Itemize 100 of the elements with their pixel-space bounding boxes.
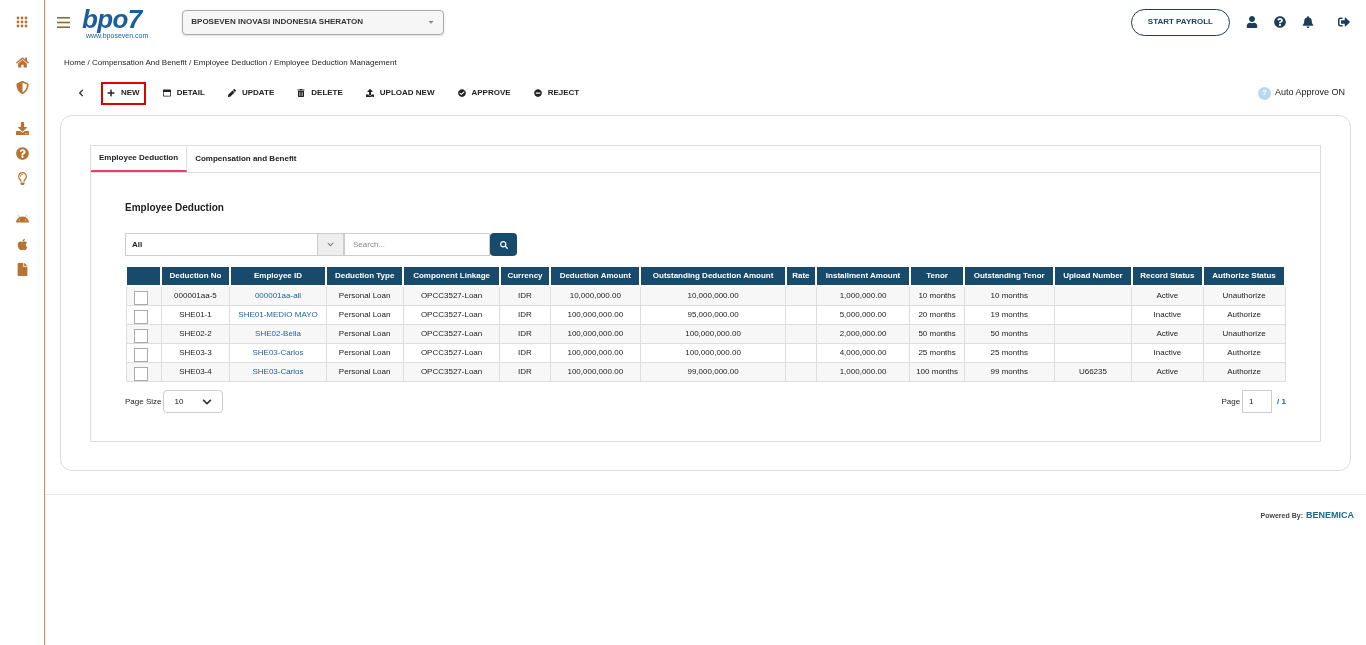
search-field[interactable]: Search... xyxy=(344,233,490,256)
chevron-down-icon xyxy=(327,241,334,248)
table-cell: 5,000,000.00 xyxy=(839,310,887,319)
row-checkbox[interactable] xyxy=(133,329,148,343)
info-icon: ? xyxy=(1257,86,1271,100)
table-cell: Authorize xyxy=(1227,310,1261,319)
column-header: Rate xyxy=(785,266,817,286)
table-cell: 50 months xyxy=(990,329,1028,338)
table-cell: 99 months xyxy=(990,367,1028,376)
table-cell: Personal Loan xyxy=(338,348,391,357)
shield-icon[interactable] xyxy=(15,81,29,94)
table-cell: 19 months xyxy=(990,310,1028,319)
tab[interactable]: Compensation and Benefit xyxy=(187,146,305,172)
row-checkbox[interactable] xyxy=(133,291,148,305)
menu-icon[interactable] xyxy=(57,16,70,28)
page-field[interactable]: 1 xyxy=(1242,390,1273,413)
table-cell: 100,000,000.00 xyxy=(567,367,624,376)
bell-icon[interactable] xyxy=(1302,16,1314,28)
trash-icon xyxy=(297,89,306,97)
column-header: Upload Number xyxy=(1054,266,1132,286)
column-header: Currency xyxy=(499,266,551,286)
table-cell: 000001aa-5 xyxy=(174,291,217,300)
page-total: / 1 xyxy=(1277,395,1286,408)
table-cell: Personal Loan xyxy=(338,310,391,319)
table-cell: 99,000,000.00 xyxy=(687,367,739,376)
table-cell: Inactive xyxy=(1153,348,1182,357)
home-icon[interactable] xyxy=(15,56,29,69)
page-size-select[interactable]: 10 xyxy=(163,390,224,413)
table-cell: Active xyxy=(1156,367,1179,376)
logout-icon[interactable] xyxy=(1338,16,1350,28)
column-header: Authorize Status xyxy=(1203,266,1285,286)
company-select[interactable]: BPOSEVEN INOVASI INDONESIA SHERATON xyxy=(182,9,445,35)
pencil-icon xyxy=(227,89,236,97)
column-header: Outstanding Tenor xyxy=(964,266,1055,286)
apple-icon[interactable] xyxy=(15,238,29,251)
table-cell: Personal Loan xyxy=(338,329,391,338)
tab[interactable]: Employee Deduction xyxy=(91,146,188,172)
table-cell: OPCC3527-Loan xyxy=(420,348,483,357)
table-cell: OPCC3527-Loan xyxy=(420,367,483,376)
table-cell: SHE03-4 xyxy=(179,367,212,376)
table-cell: 20 months xyxy=(918,310,956,319)
table-cell: 100,000,000.00 xyxy=(685,329,741,338)
back-icon[interactable] xyxy=(77,89,85,97)
search-button[interactable] xyxy=(490,233,517,256)
breadcrumb: Home / Compensation And Benefit / Employee Deduction / Employee Deduction Management xyxy=(64,58,397,67)
table-cell: 25 months xyxy=(990,348,1028,357)
column-header: Deduction Amount xyxy=(550,266,641,286)
table-cell: 1,000,000.00 xyxy=(839,367,887,376)
table-cell: 10 months xyxy=(918,291,956,300)
row-checkbox[interactable] xyxy=(133,367,148,381)
toolbar-button[interactable]: APPROVE xyxy=(451,81,517,105)
table-cell: 2,000,000.00 xyxy=(839,329,887,338)
file-icon[interactable] xyxy=(15,263,29,276)
table-cell: 100 months xyxy=(916,367,958,376)
row-checkbox[interactable] xyxy=(133,310,148,324)
toolbar-button[interactable]: REJECT xyxy=(527,81,586,105)
table-cell: OPCC3527-Loan xyxy=(420,291,483,300)
user-icon[interactable] xyxy=(1246,16,1258,28)
table-cell: 10,000,000.00 xyxy=(687,291,739,300)
table-cell: OPCC3527-Loan xyxy=(420,329,483,338)
table-cell: 100,000,000.00 xyxy=(685,348,741,357)
table-cell: Active xyxy=(1156,291,1179,300)
toolbar-button[interactable]: UPDATE xyxy=(221,81,281,105)
download-icon[interactable] xyxy=(15,122,29,135)
page-size-label: Page Size xyxy=(125,395,162,408)
table-cell: 4,000,000.00 xyxy=(839,348,887,357)
help-icon[interactable] xyxy=(1274,16,1286,28)
table-cell: 100,000,000.00 xyxy=(567,329,624,338)
upload-icon xyxy=(365,89,374,97)
table-cell: OPCC3527-Loan xyxy=(420,310,483,319)
table-cell: 10,000,000.00 xyxy=(569,291,621,300)
brand-logo: BENEMICA xyxy=(1306,509,1354,522)
table-cell: Unauthorize xyxy=(1222,329,1266,338)
column-header: Tenor xyxy=(909,266,965,286)
table-cell: IDR xyxy=(518,367,532,376)
toolbar-button[interactable]: DELETE xyxy=(291,81,349,105)
table-cell: Active xyxy=(1156,329,1179,338)
table-cell: 100,000,000.00 xyxy=(567,310,624,319)
table-cell: Personal Loan xyxy=(338,291,391,300)
toolbar-button[interactable]: NEW xyxy=(101,81,146,105)
column-header: Deduction Type xyxy=(326,266,404,286)
toolbar-button[interactable]: UPLOAD NEW xyxy=(359,81,441,105)
table-cell: U66235 xyxy=(1078,367,1107,376)
column-header: Component Linkage xyxy=(403,266,500,286)
search-icon xyxy=(499,240,508,249)
table-cell: SHE02-2 xyxy=(179,329,212,338)
lightbulb-icon[interactable] xyxy=(15,172,29,185)
auto-approve-label: Auto Approve ON xyxy=(1274,86,1345,100)
window-icon xyxy=(162,89,171,97)
page-label: Page xyxy=(1221,395,1241,408)
column-header: Outstanding Deduction Amount xyxy=(640,266,786,286)
table-cell: Authorize xyxy=(1227,367,1261,376)
filter-select[interactable]: All xyxy=(125,233,344,256)
toolbar-button[interactable]: DETAIL xyxy=(156,81,211,105)
table-cell: IDR xyxy=(518,310,532,319)
caret-icon xyxy=(427,18,436,26)
row-checkbox[interactable] xyxy=(133,348,148,362)
table-cell: 50 months xyxy=(918,329,956,338)
apps-grid-icon[interactable] xyxy=(16,16,28,28)
table-cell: 100,000,000.00 xyxy=(567,348,624,357)
